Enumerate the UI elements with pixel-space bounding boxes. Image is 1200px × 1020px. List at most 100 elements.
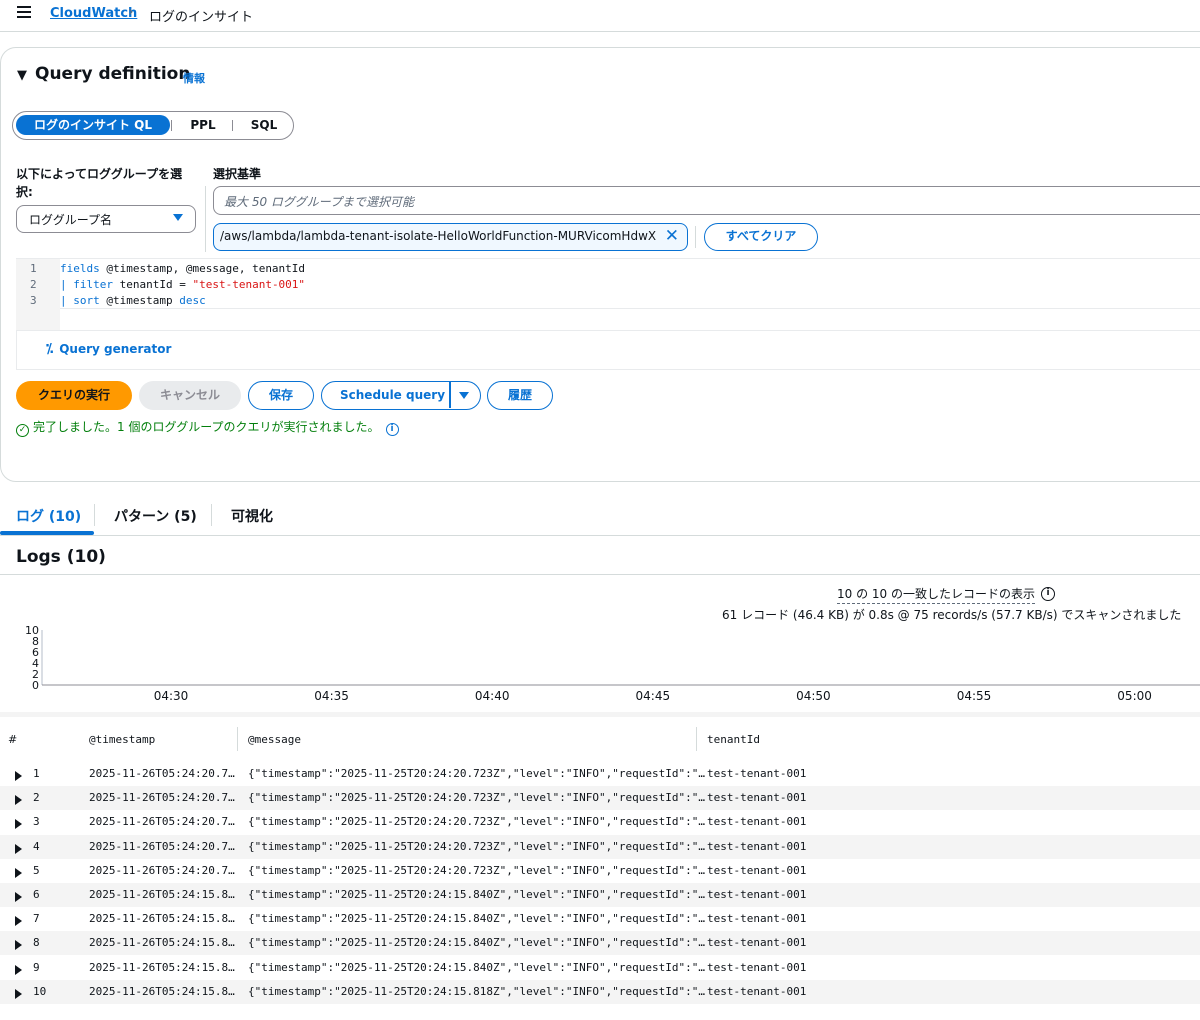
divider xyxy=(0,574,1200,575)
run-query-button[interactable]: クエリの実行 xyxy=(16,381,132,410)
table-row[interactable]: 2 2025-11-26T05:24:20.7… {"timestamp":"202… xyxy=(0,786,1200,811)
tab-divider xyxy=(211,504,212,526)
code-text: @timestamp xyxy=(99,294,180,307)
row-tenant-id: test-tenant-001 xyxy=(707,936,807,950)
expand-row-icon[interactable] xyxy=(15,771,22,781)
caret-down-icon[interactable]: ▼ xyxy=(17,68,27,83)
select-by-label: 以下によってロググループを選択: xyxy=(16,167,183,199)
x-tick-label: 04:30 xyxy=(154,689,189,703)
save-button[interactable]: 保存 xyxy=(248,381,314,410)
log-group-select[interactable]: ロググループ名 xyxy=(16,205,196,233)
table-row[interactable]: 1 2025-11-26T05:24:20.7… {"timestamp":"202… xyxy=(0,762,1200,786)
code-line[interactable]: | filter tenantId = "test-tenant-001" xyxy=(60,277,305,293)
info-icon[interactable]: i xyxy=(1041,587,1055,601)
table-row[interactable]: 4 2025-11-26T05:24:20.7… {"timestamp":"202… xyxy=(0,834,1200,859)
column-header-tenant-id[interactable]: tenantId xyxy=(707,733,760,746)
table-row[interactable]: 3 2025-11-26T05:24:20.7… {"timestamp":"202… xyxy=(0,810,1200,834)
tab-visualization[interactable]: 可視化 xyxy=(231,506,273,526)
table-row[interactable]: 5 2025-11-26T05:24:20.7… {"timestamp":"202… xyxy=(0,859,1200,883)
row-tenant-id: test-tenant-001 xyxy=(707,815,807,829)
expand-row-icon[interactable] xyxy=(15,988,22,999)
tab-patterns[interactable]: パターン (5) xyxy=(114,506,197,526)
x-tick-label: 04:35 xyxy=(314,689,349,703)
table-row[interactable]: 6 2025-11-26T05:24:15.8… {"timestamp":"202… xyxy=(0,883,1200,907)
expand-row-icon[interactable] xyxy=(15,964,22,975)
expand-row-icon[interactable] xyxy=(15,916,22,927)
row-tenant-id: test-tenant-001 xyxy=(707,960,807,974)
row-timestamp: 2025-11-26T05:24:20.7… xyxy=(89,839,235,853)
row-message: {"timestamp":"2025-11-25T20:24:20.723Z",… xyxy=(248,815,705,829)
expand-row-icon[interactable] xyxy=(15,795,22,806)
y-tick-label: 0 xyxy=(32,679,39,692)
query-definition-header[interactable]: ▼ Query definition xyxy=(17,64,190,84)
row-tenant-id: test-tenant-001 xyxy=(707,863,807,877)
info-icon[interactable]: i xyxy=(385,423,399,436)
log-group-search-input[interactable]: 最大 50 ロググループまで選択可能 xyxy=(213,186,1200,215)
row-tenant-id: test-tenant-001 xyxy=(707,839,807,853)
row-message: {"timestamp":"2025-11-25T20:24:15.840Z",… xyxy=(248,960,705,974)
row-tenant-id: test-tenant-001 xyxy=(707,888,807,901)
row-timestamp: 2025-11-26T05:24:20.7… xyxy=(89,815,235,829)
selected-log-group-token: /aws/lambda/lambda-tenant-isolate-HelloW… xyxy=(213,223,688,251)
query-status: ✓ 完了しました。1 個のロググループのクエリが実行されました。 i xyxy=(16,418,399,437)
row-index: 10 xyxy=(33,984,47,998)
chevron-right-icon: › xyxy=(128,4,134,20)
row-message: {"timestamp":"2025-11-25T20:24:20.723Z",… xyxy=(248,839,705,853)
cancel-button[interactable]: キャンセル xyxy=(139,381,241,410)
line-number: 3 xyxy=(30,294,37,307)
close-icon[interactable]: ✕ xyxy=(665,226,679,246)
code-keyword: | sort xyxy=(60,294,100,307)
table-row[interactable]: 10 2025-11-26T05:24:15.8… {"timestamp":"20… xyxy=(0,979,1200,1004)
row-message: {"timestamp":"2025-11-25T20:24:15.840Z",… xyxy=(248,888,705,901)
chart-footer xyxy=(0,712,1200,717)
segment-sql[interactable]: SQL xyxy=(239,115,289,135)
segment-divider xyxy=(171,120,172,131)
success-check-icon: ✓ xyxy=(16,424,29,437)
x-tick-label: 04:40 xyxy=(475,689,510,703)
schedule-query-button[interactable]: Schedule query xyxy=(340,388,445,402)
info-link[interactable]: 情報 xyxy=(183,70,205,86)
divider xyxy=(60,308,1200,309)
tab-logs[interactable]: ログ (10) xyxy=(16,506,81,526)
query-language-selector: ログのインサイト QL PPL SQL xyxy=(12,111,294,140)
x-tick-label: 04:45 xyxy=(636,689,671,703)
expand-row-icon[interactable] xyxy=(15,843,22,854)
row-index: 7 xyxy=(33,912,40,926)
expand-row-icon[interactable] xyxy=(15,940,22,951)
breadcrumb-cloudwatch-link[interactable]: CloudWatch xyxy=(50,6,137,21)
log-group-select-value: ロググループ名 xyxy=(29,213,113,227)
split-divider xyxy=(449,382,451,408)
records-scanned-text: 61 レコード (46.4 KB) が 0.8s @ 75 records/s … xyxy=(722,608,1182,622)
caret-down-icon[interactable] xyxy=(459,392,469,399)
code-line[interactable]: fields @timestamp, @message, tenantId xyxy=(60,261,305,277)
segment-ppl[interactable]: PPL xyxy=(178,115,228,135)
row-index: 1 xyxy=(33,767,40,780)
column-resizer[interactable] xyxy=(237,727,238,751)
column-header-timestamp[interactable]: @timestamp xyxy=(89,733,155,746)
selected-log-group-name: /aws/lambda/lambda-tenant-isolate-HelloW… xyxy=(220,229,657,243)
row-index: 9 xyxy=(33,960,40,974)
menu-icon[interactable] xyxy=(17,6,31,20)
table-row[interactable]: 8 2025-11-26T05:24:15.8… {"timestamp":"202… xyxy=(0,931,1200,956)
row-timestamp: 2025-11-26T05:24:15.8… xyxy=(89,912,235,926)
history-button[interactable]: 履歴 xyxy=(487,381,553,410)
row-tenant-id: test-tenant-001 xyxy=(707,984,807,998)
code-line[interactable]: | sort @timestamp desc xyxy=(60,293,206,309)
query-generator-button[interactable]: ⁒ Query generator xyxy=(46,342,171,357)
records-matched-text[interactable]: 10 の 10 の一致したレコードの表示 xyxy=(837,585,1035,604)
table-row[interactable]: 7 2025-11-26T05:24:15.8… {"timestamp":"202… xyxy=(0,907,1200,931)
expand-row-icon[interactable] xyxy=(15,867,22,878)
segment-logs-insights-ql[interactable]: ログのインサイト QL xyxy=(16,115,170,135)
row-message: {"timestamp":"2025-11-25T20:24:15.840Z",… xyxy=(248,936,705,950)
column-resizer[interactable] xyxy=(696,727,697,751)
tab-divider xyxy=(94,504,95,526)
table-row[interactable]: 9 2025-11-26T05:24:15.8… {"timestamp":"202… xyxy=(0,956,1200,980)
expand-row-icon[interactable] xyxy=(15,892,22,902)
row-index: 6 xyxy=(33,888,40,901)
row-timestamp: 2025-11-26T05:24:20.7… xyxy=(89,863,235,877)
row-timestamp: 2025-11-26T05:24:15.8… xyxy=(89,984,235,998)
expand-row-icon[interactable] xyxy=(15,819,22,830)
column-header-message[interactable]: @message xyxy=(248,733,301,746)
divider xyxy=(0,535,1200,536)
clear-all-button[interactable]: すべてクリア xyxy=(704,223,818,251)
